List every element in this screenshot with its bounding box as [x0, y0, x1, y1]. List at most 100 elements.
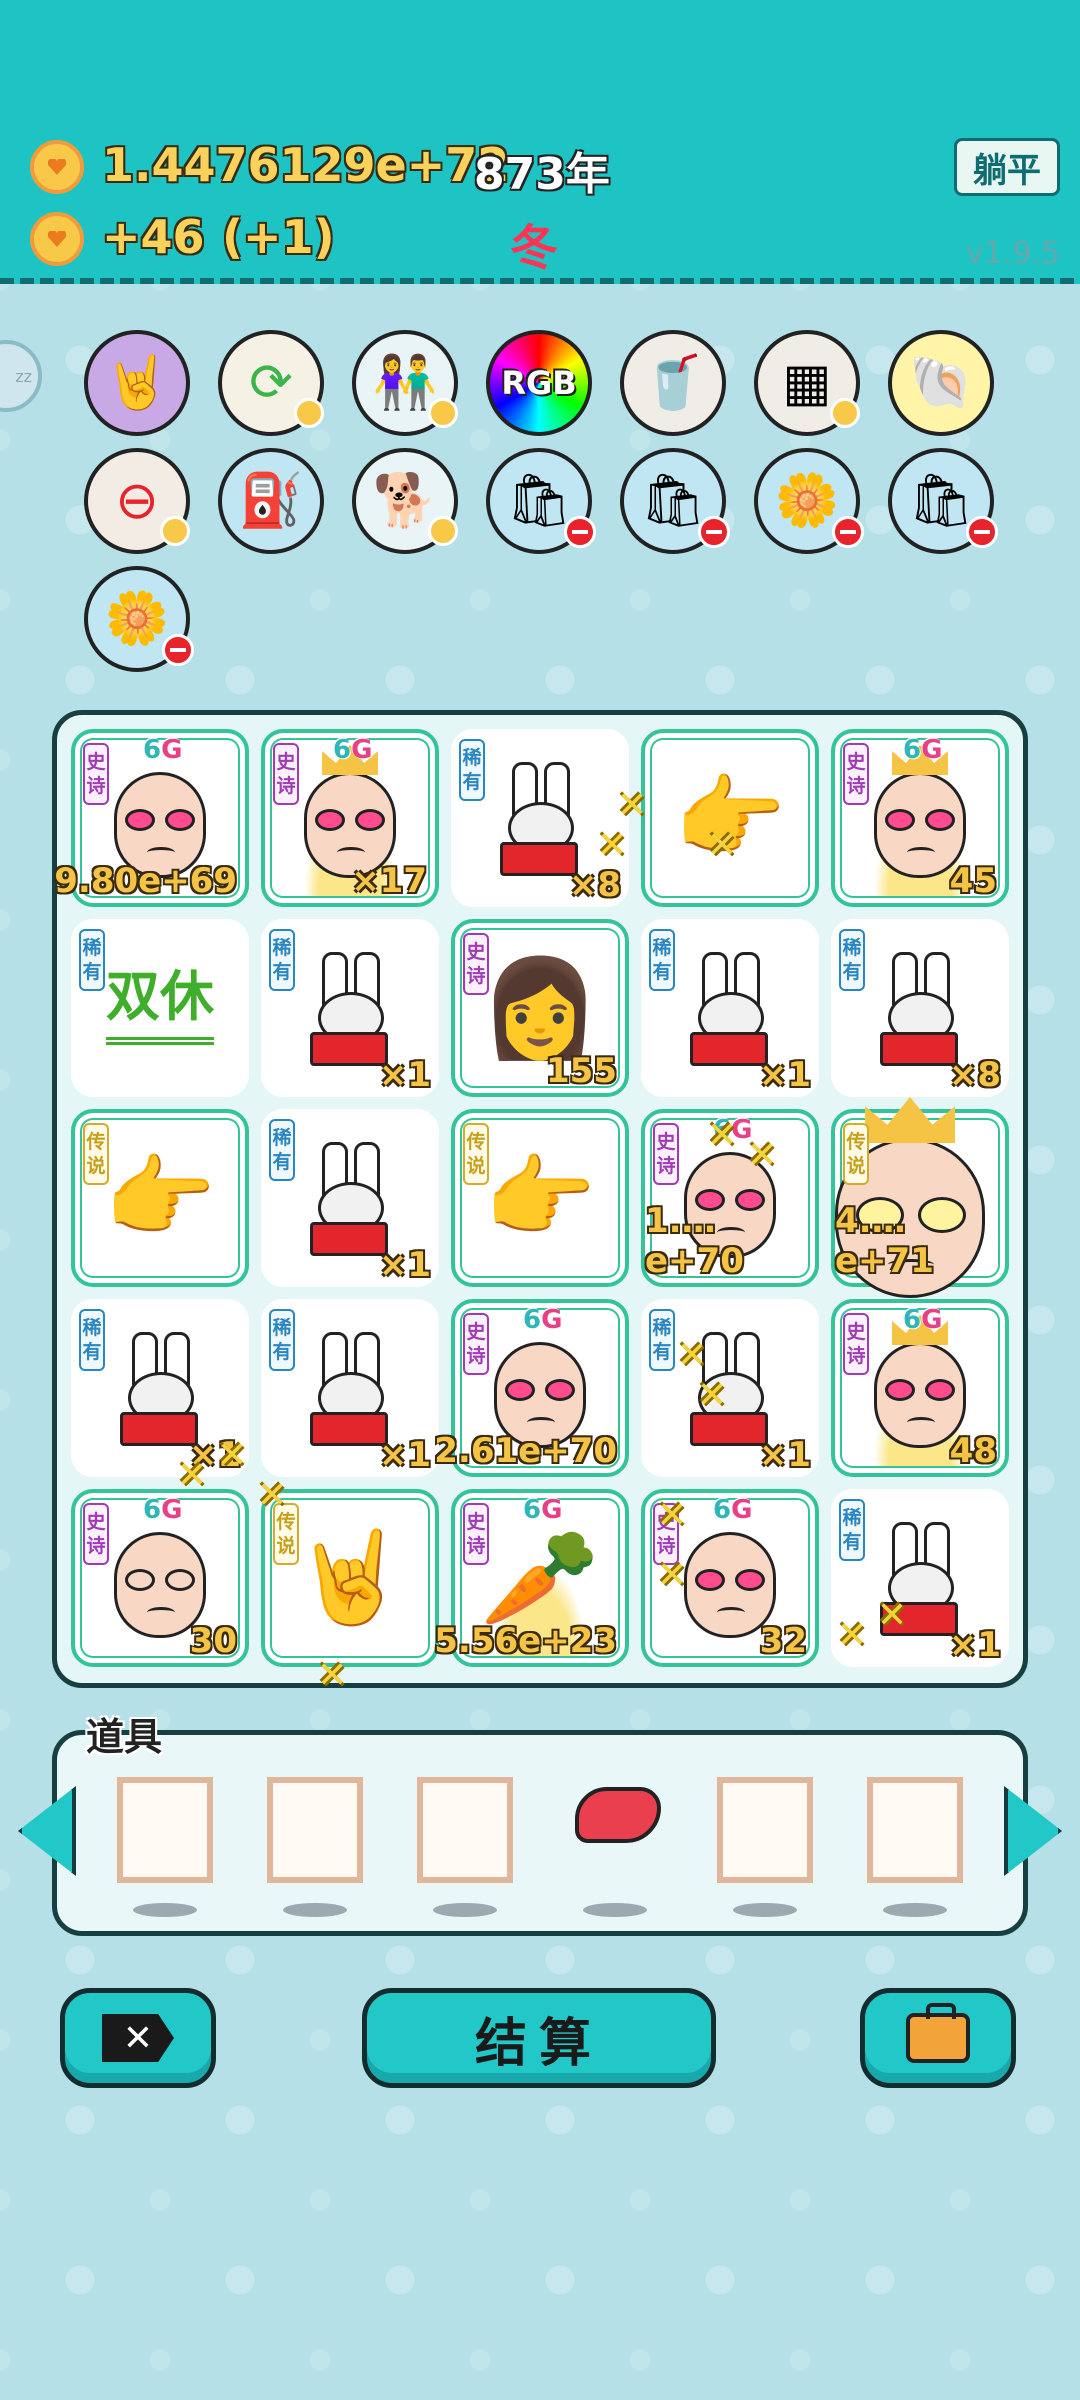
board-tile[interactable]: 稀有 ×1	[261, 1109, 439, 1287]
tile-count: 30	[189, 1621, 237, 1661]
tile-count: 9.80e+69	[54, 861, 237, 901]
6g-badge: 6G	[143, 1495, 183, 1525]
board-tile[interactable]: 🥕 史诗 6G 5.56e+23	[434, 1489, 629, 1667]
rarity-tag: 稀有	[79, 1309, 105, 1371]
rarity-tag: 稀有	[269, 929, 295, 991]
6g-badge: 6G	[713, 1495, 753, 1525]
shell-icon[interactable]: 🐚	[888, 330, 994, 436]
board-tile[interactable]: 👉 传说	[71, 1109, 249, 1287]
rarity-tag: 史诗	[843, 1313, 869, 1375]
refresh-icon[interactable]: ⟳	[218, 330, 324, 436]
rarity-tag: 稀有	[269, 1119, 295, 1181]
board-tile[interactable]: 传说 4.…e+71	[831, 1097, 1009, 1298]
remove-badge-icon[interactable]	[162, 634, 194, 666]
merge-sparkle-icon: ✕	[257, 1475, 288, 1516]
board-tile[interactable]: 史诗 6G ×17	[261, 729, 439, 907]
tile-count: ×1	[378, 1055, 431, 1095]
husky-icon[interactable]: 🐕	[352, 448, 458, 554]
board-tile[interactable]: 🤘 传说	[261, 1489, 439, 1667]
board-tile[interactable]: 史诗 6G 30	[71, 1489, 249, 1667]
prop-slot-empty[interactable]	[867, 1777, 963, 1883]
6g-badge: 6G	[333, 735, 373, 765]
props-panel	[52, 1730, 1028, 1936]
close-button[interactable]: ✕	[60, 1988, 216, 2088]
pointing-hand-character: 👉	[673, 765, 787, 870]
rarity-tag: 传说	[463, 1123, 489, 1185]
tile-count: ×1	[758, 1435, 811, 1475]
merge-sparkle-icon: ✕	[317, 1655, 348, 1696]
board-tile[interactable]: 稀有 ×1	[261, 919, 439, 1097]
slot-shadow	[883, 1903, 947, 1917]
board-tile[interactable]: 史诗 6G 9.80e+69	[54, 729, 249, 907]
prop-slot-empty[interactable]	[417, 1777, 513, 1883]
rarity-tag: 史诗	[843, 743, 869, 805]
heart-badge-icon	[294, 398, 324, 428]
lie-flat-button[interactable]: 躺平	[954, 138, 1060, 196]
remove-badge-icon[interactable]	[966, 516, 998, 548]
merge-sparkle-icon: ✕	[617, 785, 648, 826]
merge-sparkle-icon: ✕	[837, 1615, 868, 1656]
milk-tea-icon[interactable]: 🥤	[620, 330, 726, 436]
rarity-tag: 稀有	[79, 929, 105, 991]
board-tile[interactable]: 稀有 ×8	[451, 729, 629, 907]
6g-badge: 6G	[903, 735, 943, 765]
version-label: v1.9.5	[966, 236, 1061, 271]
couple-icon[interactable]: 👫	[352, 330, 458, 436]
rock-hand-icon[interactable]: 🤘	[84, 330, 190, 436]
board-tile[interactable]: 史诗 6G 45	[831, 729, 1009, 907]
board-tile[interactable]: 史诗 6G 2.61e+70	[434, 1299, 629, 1477]
slot-shadow	[283, 1903, 347, 1917]
tile-count: 1.…e+70	[645, 1201, 744, 1281]
board-tile[interactable]: 稀有 ×1	[261, 1299, 439, 1477]
merge-sparkle-icon: ✕	[677, 1335, 708, 1376]
board-tile[interactable]: 👉	[641, 729, 819, 907]
tile-count: 48	[949, 1431, 997, 1471]
header-divider	[0, 278, 1080, 284]
remove-badge-icon[interactable]	[832, 516, 864, 548]
pump-icon[interactable]: ⛽	[218, 448, 324, 554]
merge-sparkle-icon: ✕	[177, 1455, 208, 1496]
board-tile[interactable]: 稀有 ×8	[831, 919, 1009, 1097]
sugar-cubes-icon[interactable]: ▦	[754, 330, 860, 436]
remove-badge-icon[interactable]	[698, 516, 730, 548]
gold-rate-extra: (+1)	[222, 210, 335, 264]
merge-sparkle-icon: ✕	[747, 1135, 778, 1176]
board-tile[interactable]: 稀有 ×1	[641, 1299, 819, 1477]
no-entry-icon[interactable]: ⊖	[84, 448, 190, 554]
rarity-tag: 传说	[843, 1123, 869, 1185]
slot-shadow	[133, 1903, 197, 1917]
settle-button[interactable]: 结算	[362, 1988, 716, 2088]
year-counter: 873年	[474, 149, 610, 200]
prop-slot-empty[interactable]	[267, 1777, 363, 1883]
rgb-icon[interactable]: RGB	[486, 330, 592, 436]
props-title: 道具	[86, 1715, 163, 1759]
sack-icon[interactable]: 🛍	[486, 448, 596, 554]
sack-icon[interactable]: 🛍	[620, 448, 730, 554]
status-header: 1.4476129e+72 873年 +46 (+1) 冬 躺平 v1.9.5	[0, 0, 1080, 282]
remove-badge-icon[interactable]	[564, 516, 596, 548]
inventory-button[interactable]	[860, 1988, 1016, 2088]
heart-badge-icon	[428, 516, 458, 546]
slot-shadow	[583, 1903, 647, 1917]
sack-icon[interactable]: 🛍	[888, 448, 998, 554]
tile-count: 155	[546, 1051, 617, 1091]
rarity-tag: 史诗	[83, 1503, 109, 1565]
tile-count: ×8	[568, 865, 621, 905]
heart-badge-icon	[160, 516, 190, 546]
season-label: 冬	[510, 220, 559, 276]
prop-slot-empty[interactable]	[717, 1777, 813, 1883]
flower-pot-icon[interactable]: 🌼	[84, 566, 194, 672]
6g-badge: 6G	[143, 735, 183, 765]
board-tile[interactable]: 稀有 ×1	[641, 919, 819, 1097]
rarity-tag: 史诗	[273, 743, 299, 805]
flower-pot-icon[interactable]: 🌼	[754, 448, 864, 554]
liver-icon[interactable]	[575, 1787, 661, 1843]
board-tile[interactable]: 双休稀有	[71, 919, 249, 1097]
tile-count: ×1	[378, 1435, 431, 1475]
board-tile[interactable]: 👩 史诗 155	[451, 919, 629, 1097]
board-tile[interactable]: 👉 传说	[451, 1109, 629, 1287]
gold-coin-icon	[30, 140, 84, 194]
prop-slot-empty[interactable]	[117, 1777, 213, 1883]
slot-shadow	[433, 1903, 497, 1917]
board-tile[interactable]: 史诗 6G 48	[831, 1299, 1009, 1477]
